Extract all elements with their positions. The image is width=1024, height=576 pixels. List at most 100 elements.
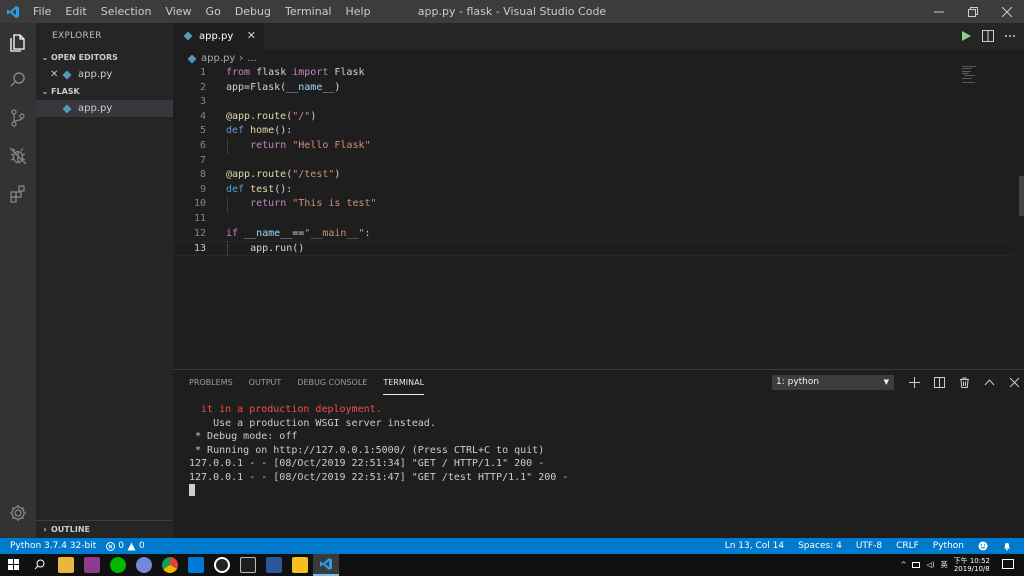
windows-start-icon[interactable] [8,559,19,570]
close-window-button[interactable] [990,0,1024,23]
menu-debug[interactable]: Debug [228,0,278,23]
open-editor-item[interactable]: ✕ app.py [36,66,173,83]
chevron-down-icon: ⌄ [41,87,49,96]
explorer-sidebar: EXPLORER ⌄ OPEN EDITORS ✕ app.py ⌄ FLASK… [36,23,173,538]
menu-selection[interactable]: Selection [94,0,159,23]
split-terminal-button[interactable] [931,374,947,390]
menu-terminal[interactable]: Terminal [278,0,339,23]
terminal-line: 127.0.0.1 - - [08/Oct/2019 22:51:47] "GE… [189,471,569,483]
vscode-taskbar-button[interactable] [313,554,339,576]
feedback-smiley-icon[interactable] [978,541,988,551]
encoding[interactable]: UTF-8 [856,541,882,551]
code-line[interactable]: 13 app.run() [173,241,1013,256]
editor-scrollbar[interactable] [1019,176,1024,216]
files-icon [10,34,25,52]
media-app-icon[interactable] [84,557,100,573]
search-icon[interactable] [34,559,45,570]
maximize-panel-button[interactable] [981,374,997,390]
line-number: 11 [193,213,206,224]
file-explorer-app-icon[interactable] [58,557,74,573]
line-ending[interactable]: CRLF [896,541,919,551]
github-app-icon[interactable] [240,557,256,573]
code-line[interactable]: 11 [173,212,1013,227]
extensions-activity[interactable] [0,175,36,213]
file-tree-label: app.py [78,103,113,114]
menu-view[interactable]: View [158,0,198,23]
tab-output[interactable]: OUTPUT [249,370,282,395]
new-terminal-button[interactable] [906,374,922,390]
word-app-icon[interactable] [266,557,282,573]
store-app-icon[interactable] [188,557,204,573]
code-line[interactable]: 7 [173,154,1013,169]
chevron-up-icon [984,378,994,385]
code-line[interactable]: 10 return "This is test" [173,197,1013,212]
action-center-icon[interactable] [1002,559,1014,569]
network-icon[interactable] [912,562,921,568]
tab-debug-console[interactable]: DEBUG CONSOLE [297,370,367,395]
explorer-activity[interactable] [0,23,36,61]
language-mode[interactable]: Python [933,541,964,551]
code-line[interactable]: 3 [173,95,1013,110]
code-line[interactable]: 2 app=Flask(__name__) [173,81,1013,96]
discord-app-icon[interactable] [136,557,152,573]
tab-terminal[interactable]: TERMINAL [383,370,425,395]
open-editors-header[interactable]: ⌄ OPEN EDITORS [36,49,173,66]
menu-help[interactable]: Help [339,0,378,23]
chrome-app-icon[interactable] [162,557,178,573]
ime-indicator[interactable]: 英 [941,560,948,570]
tab-problems[interactable]: PROBLEMS [189,370,233,395]
line-app-icon[interactable] [110,557,126,573]
terminal-prompt[interactable] [189,484,568,498]
file-tree-item[interactable]: app.py [36,100,173,117]
search-activity[interactable] [0,61,36,99]
editor-tabs: app.py ✕ [173,23,1024,49]
code-text: return "This is test" [250,198,377,210]
outline-header[interactable]: › OUTLINE [36,520,173,538]
menu-go[interactable]: Go [199,0,228,23]
breadcrumb-more[interactable]: ... [247,53,257,64]
minimize-button[interactable] [922,0,956,23]
tab-close-icon[interactable]: ✕ [247,29,256,42]
notification-bell-icon[interactable] [1002,541,1012,551]
debug-activity[interactable] [0,137,36,175]
restore-button[interactable] [956,0,990,23]
code-text: @app.route("/") [226,110,317,122]
source-control-activity[interactable] [0,99,36,137]
terminal-output[interactable]: it in a production deployment. Use a pro… [189,403,568,498]
run-icon[interactable] [960,30,972,42]
menu-edit[interactable]: Edit [58,0,93,23]
chevron-up-icon[interactable]: ^ [901,561,907,569]
kill-terminal-button[interactable] [956,374,972,390]
python-interpreter[interactable]: Python 3.7.4 32-bit [10,541,96,551]
tab-app-py[interactable]: app.py ✕ [173,23,264,49]
terminal-select[interactable]: 1: python ▼ [772,375,894,390]
code-line[interactable]: 4 @app.route("/") [173,110,1013,125]
menu-file[interactable]: File [26,0,58,23]
cursor-position[interactable]: Ln 13, Col 14 [725,541,784,551]
outline-label: OUTLINE [51,525,90,534]
obs-app-icon[interactable] [214,557,230,573]
code-editor[interactable]: 1 from flask import Flask 2 app=Flask(__nam… [173,66,1024,366]
more-actions-icon[interactable] [1004,30,1016,42]
problems-indicator[interactable]: 0 0 [106,541,145,551]
code-line[interactable]: 8 @app.route("/test") [173,168,1013,183]
code-line[interactable]: 9 def test(): [173,183,1013,198]
tab-label: app.py [199,30,234,42]
volume-icon[interactable]: ◁) [926,561,934,569]
code-line[interactable]: 6 return "Hello Flask" [173,139,1013,154]
breadcrumb-file[interactable]: app.py [201,53,235,64]
line-number: 5 [199,125,206,137]
close-icon[interactable]: ✕ [50,66,62,83]
clock[interactable]: 下午 10:52 2019/10/8 [954,557,990,573]
code-line[interactable]: 5 def home(): [173,124,1013,139]
indentation[interactable]: Spaces: 4 [798,541,842,551]
terminal-cursor [189,484,195,496]
split-editor-icon[interactable] [982,30,994,42]
bottom-panel: PROBLEMS OUTPUT DEBUG CONSOLE TERMINAL 1… [173,369,1024,538]
code-line[interactable]: 12 if __name__=="__main__": [173,227,1013,242]
sticky-notes-app-icon[interactable] [292,557,308,573]
manage-activity[interactable] [0,494,36,532]
folder-header[interactable]: ⌄ FLASK [36,83,173,100]
close-panel-button[interactable] [1006,374,1022,390]
code-line[interactable]: 1 from flask import Flask [173,66,1013,81]
